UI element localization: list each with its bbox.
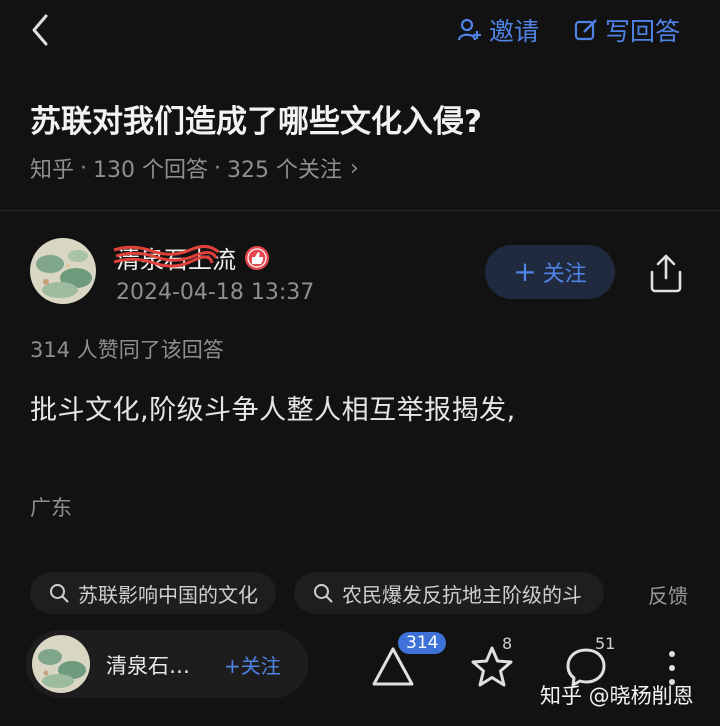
bottom-follow-button[interactable]: +关注: [224, 650, 281, 679]
invite-button[interactable]: 邀请: [457, 12, 539, 48]
plus-icon: +: [513, 255, 537, 288]
top-bar: 邀请 写回答: [0, 0, 720, 60]
answers-count: 130 个回答: [93, 158, 209, 183]
followers-count: 325 个关注: [227, 158, 343, 183]
write-answer-button[interactable]: 写回答: [573, 12, 680, 48]
follow-button[interactable]: + 关注: [485, 245, 615, 299]
redaction-scribble: [113, 245, 220, 268]
back-arrow-icon: [32, 14, 48, 46]
avatar-image: [32, 635, 90, 693]
invite-label: 邀请: [488, 17, 539, 46]
post-time: 2024-04-18 13:37: [116, 280, 315, 305]
divider: [0, 210, 720, 211]
back-button[interactable]: [26, 12, 56, 48]
chevron-right-icon: ›: [350, 155, 359, 181]
chip-label: 苏联影响中国的文化: [78, 582, 258, 607]
author-name[interactable]: 清泉石上流: [113, 240, 270, 275]
edit-icon: [574, 19, 597, 41]
bottom-author-card[interactable]: 清泉石… +关注: [26, 630, 308, 698]
bottom-author-name: 清泉石…: [106, 654, 190, 678]
related-search-chips: 苏联影响中国的文化 农民爆发反抗地主阶级的斗: [30, 572, 604, 614]
related-search-chip[interactable]: 苏联影响中国的文化: [30, 572, 276, 614]
chip-label: 农民爆发反抗地主阶级的斗: [342, 582, 582, 607]
answer-body: 批斗文化,阶级斗争人整人相互举报揭发,: [30, 395, 516, 426]
author-avatar[interactable]: [30, 238, 96, 304]
write-answer-label: 写回答: [604, 17, 680, 46]
upvote-count-badge: 314: [398, 632, 447, 654]
meta-separator: ·: [214, 155, 222, 181]
favorite-count: 8: [502, 634, 513, 653]
question-meta[interactable]: 知乎 · 130 个回答 · 325 个关注 ›: [30, 152, 359, 184]
ip-location: 广东: [30, 496, 72, 520]
thumb-badge-icon: [245, 245, 269, 270]
avatar-image: [30, 238, 96, 304]
search-icon: [50, 584, 69, 603]
bottom-author-avatar: [32, 635, 90, 693]
meta-separator: ·: [80, 155, 88, 181]
invite-user-icon: [457, 18, 481, 41]
search-icon: [314, 584, 333, 603]
related-search-chip[interactable]: 农民爆发反抗地主阶级的斗: [294, 572, 604, 614]
share-icon: [650, 254, 682, 293]
source-label: 知乎: [30, 158, 75, 183]
comment-count: 51: [595, 634, 616, 653]
follow-label: 关注: [542, 262, 587, 287]
feedback-link[interactable]: 反馈: [648, 580, 688, 609]
watermark: 知乎 @晓杨削恩: [540, 684, 694, 708]
votes-summary: 314 人赞同了该回答: [30, 338, 224, 362]
question-title[interactable]: 苏联对我们造成了哪些文化入侵?: [30, 96, 690, 141]
share-button[interactable]: [646, 252, 686, 294]
